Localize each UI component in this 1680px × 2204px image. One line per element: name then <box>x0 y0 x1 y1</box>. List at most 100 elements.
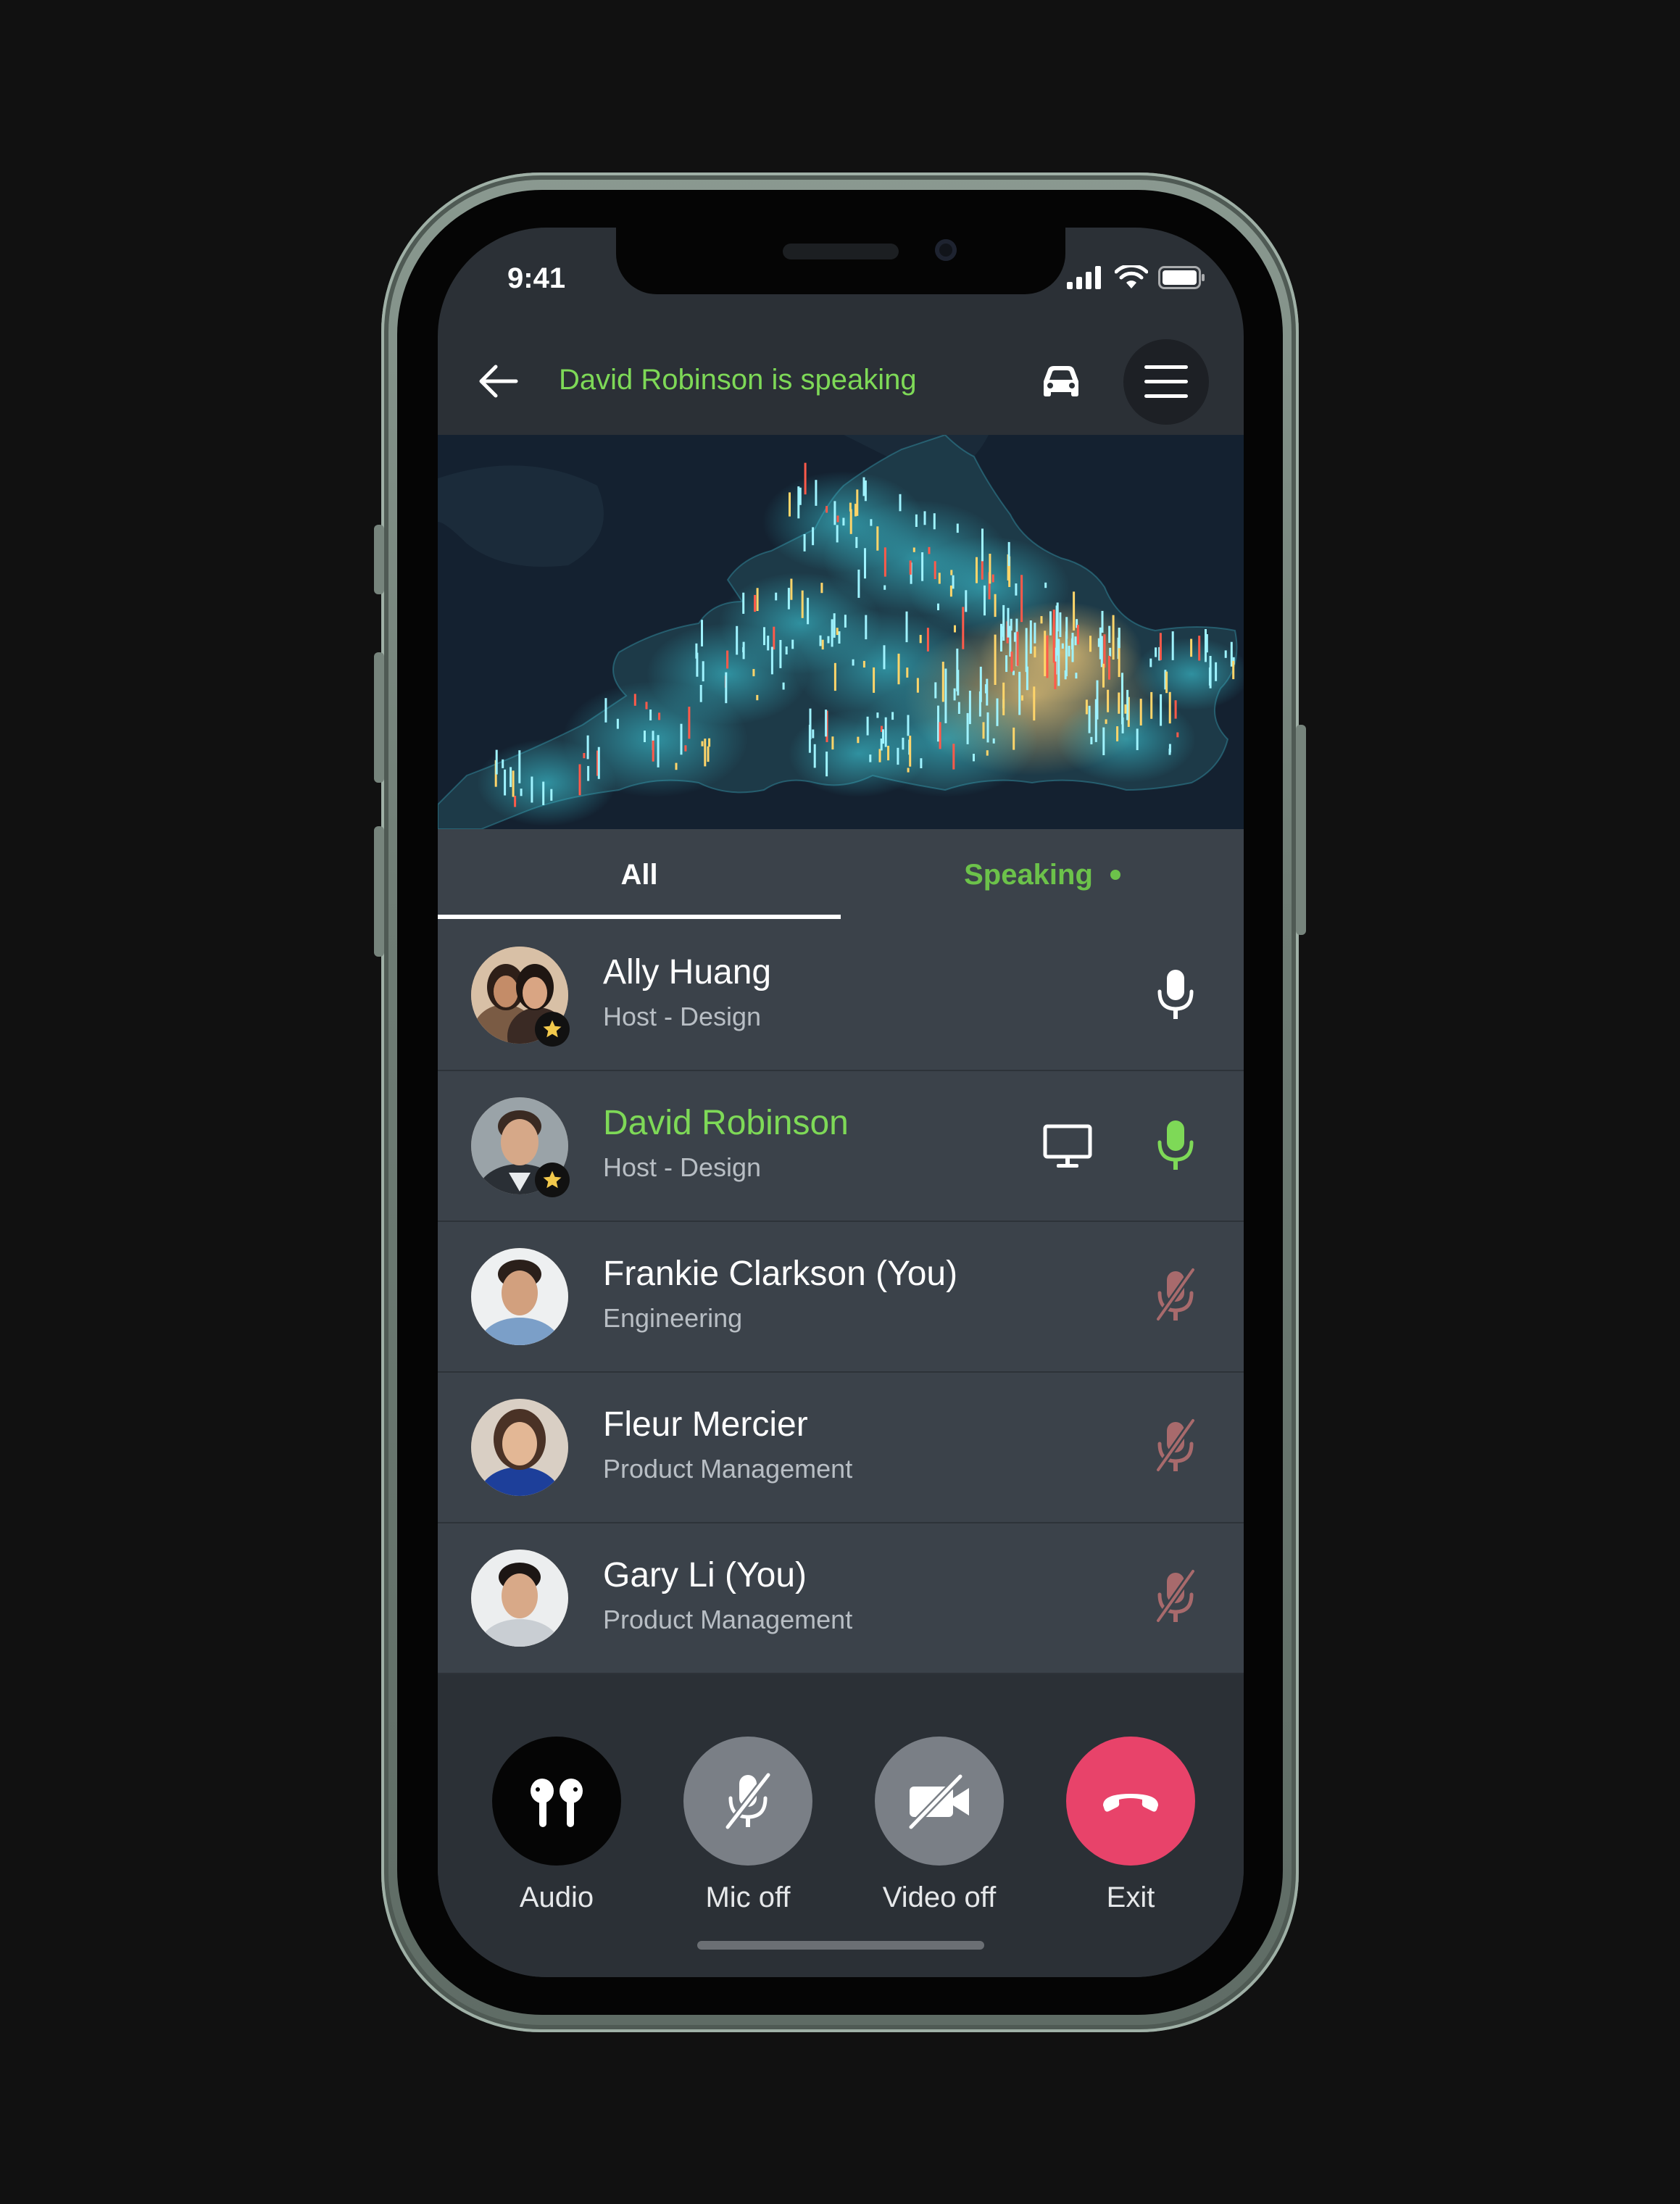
map-density-spike <box>1057 639 1060 686</box>
map-density-spike <box>996 698 999 726</box>
map-density-spike <box>921 552 924 581</box>
uk-density-map <box>438 435 1244 829</box>
map-density-spike <box>826 506 828 513</box>
tab-all[interactable]: All <box>438 829 841 920</box>
map-density-spike <box>1049 611 1052 636</box>
map-density-spike <box>883 547 886 577</box>
avatar <box>471 1550 568 1647</box>
map-density-spike <box>770 646 773 675</box>
shared-map-view[interactable] <box>438 435 1244 829</box>
map-density-spike <box>869 754 872 762</box>
map-density-spike <box>1205 634 1208 653</box>
map-density-spike <box>825 710 828 737</box>
map-density-spike <box>649 710 652 720</box>
map-density-spike <box>604 698 607 723</box>
map-density-spike <box>1103 634 1106 668</box>
map-density-spike <box>767 636 770 651</box>
hamburger-menu-icon <box>1144 365 1188 398</box>
map-density-spike <box>1155 647 1157 657</box>
map-density-spike <box>1112 615 1115 660</box>
map-density-spike <box>937 705 939 742</box>
map-density-spike <box>1109 647 1112 657</box>
map-density-spike <box>994 634 997 685</box>
map-density-spike <box>804 462 807 495</box>
participant-mic-button[interactable] <box>1139 1109 1212 1181</box>
map-density-spike <box>1040 616 1043 624</box>
participant-mic-button[interactable] <box>1139 1410 1212 1483</box>
participant-row[interactable]: Ally Huang Host - Design <box>438 920 1244 1071</box>
map-density-spike <box>578 764 581 796</box>
map-density-spike <box>1044 631 1047 676</box>
map-density-spike <box>1021 695 1023 701</box>
status-icons <box>1067 265 1206 290</box>
status-time: 9:41 <box>507 262 566 294</box>
participant-mic-button[interactable] <box>1139 1260 1212 1332</box>
mic-toggle-button[interactable] <box>683 1737 812 1866</box>
map-density-spike <box>1232 660 1235 680</box>
map-density-spike <box>909 560 912 575</box>
participant-mic-button[interactable] <box>1139 958 1212 1031</box>
map-density-spike <box>1136 728 1139 750</box>
car-mode-button[interactable] <box>1032 352 1090 410</box>
map-density-spike <box>1002 682 1005 715</box>
map-density-spike <box>856 489 859 516</box>
map-density-spike <box>1121 673 1123 725</box>
participant-row[interactable]: David Robinson Host - Design <box>438 1071 1244 1222</box>
video-off-icon <box>908 1773 969 1830</box>
participant-role: Product Management <box>603 1454 853 1484</box>
back-button[interactable] <box>470 352 528 410</box>
map-density-spike <box>1105 719 1107 724</box>
map-density-spike <box>1033 686 1036 721</box>
map-density-spike <box>657 735 660 768</box>
video-toggle-button[interactable] <box>875 1737 1004 1866</box>
map-density-spike <box>1108 655 1110 680</box>
map-density-spike <box>531 776 533 803</box>
map-density-spike <box>978 691 981 717</box>
participant-row[interactable]: Gary Li (You) Product Management <box>438 1523 1244 1674</box>
audio-label: Audio <box>519 1881 594 1913</box>
map-density-spike <box>799 487 802 505</box>
map-density-spike <box>986 712 989 743</box>
map-density-spike <box>520 789 523 797</box>
menu-button[interactable] <box>1123 339 1209 425</box>
map-density-spike <box>836 628 839 636</box>
map-density-spike <box>1190 639 1193 657</box>
map-density-spike <box>986 750 989 756</box>
participant-role: Host - Design <box>603 1002 762 1031</box>
tab-speaking[interactable]: Speaking <box>841 829 1244 920</box>
map-density-spike <box>862 660 865 668</box>
map-density-spike <box>883 645 886 670</box>
volume-down-button <box>374 826 384 957</box>
map-density-spike <box>857 569 860 598</box>
screen-share-button[interactable] <box>1036 1115 1099 1177</box>
mic-control: Mic off <box>668 1737 828 1914</box>
map-density-spike <box>1224 650 1227 658</box>
map-density-spike <box>973 754 975 762</box>
signal-icon <box>1067 266 1101 289</box>
map-density-spike <box>742 592 745 614</box>
map-density-spike <box>827 636 830 644</box>
map-density-spike <box>920 758 923 768</box>
map-density-spike <box>1020 575 1023 623</box>
map-density-spike <box>1088 705 1091 733</box>
map-density-spike <box>899 494 902 512</box>
map-density-spike <box>510 767 512 787</box>
power-button <box>1296 725 1306 935</box>
map-density-spike <box>992 738 995 744</box>
map-density-spike <box>876 526 879 551</box>
map-density-spike <box>809 708 812 740</box>
participant-name: Gary Li (You) <box>603 1556 807 1594</box>
participant-list: Ally Huang Host - Design David Robinson … <box>438 920 1244 1674</box>
exit-call-button[interactable] <box>1066 1737 1195 1866</box>
map-density-spike <box>791 639 794 649</box>
participant-name: Frankie Clarkson (You) <box>603 1255 958 1293</box>
audio-button[interactable] <box>492 1737 621 1866</box>
map-density-spike <box>1018 671 1021 715</box>
map-density-spike <box>1034 623 1036 644</box>
participant-mic-button[interactable] <box>1139 1561 1212 1634</box>
map-density-spike <box>1171 631 1174 660</box>
participant-role: Engineering <box>603 1303 743 1333</box>
participant-row[interactable]: Frankie Clarkson (You) Engineering <box>438 1222 1244 1373</box>
participant-row[interactable]: Fleur Mercier Product Management <box>438 1373 1244 1523</box>
map-density-spike <box>884 717 887 747</box>
